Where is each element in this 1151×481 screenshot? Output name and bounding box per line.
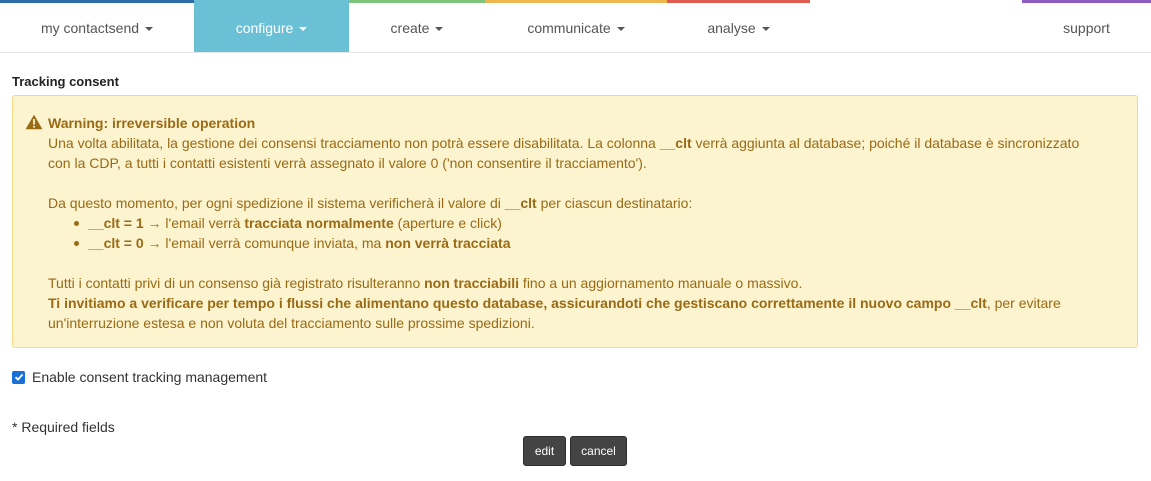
consent-tracking-option[interactable]: Enable consent tracking management	[12, 369, 267, 385]
nav-communicate-label: communicate	[527, 19, 611, 36]
warning-paragraph-3: Tutti i contatti privi di un consenso gi…	[48, 275, 803, 291]
caret-down-icon	[145, 26, 154, 31]
form-actions: edit cancel	[523, 436, 627, 466]
nav-create[interactable]: create	[349, 0, 485, 52]
caret-down-icon	[299, 26, 308, 31]
warning-paragraph-4: Ti invitiamo a verificare per tempo i fl…	[48, 295, 1061, 311]
nav-analyse[interactable]: analyse	[667, 0, 810, 52]
nav-support-label: support	[1063, 19, 1110, 36]
warning-triangle-icon	[25, 114, 43, 130]
nav-support[interactable]: support	[1022, 0, 1151, 52]
checkmark-icon	[14, 373, 23, 381]
caret-down-icon	[616, 26, 625, 31]
warning-paragraph-2: Da questo momento, per ogni spedizione i…	[48, 195, 693, 211]
caret-down-icon	[761, 26, 770, 31]
nav-create-label: create	[390, 19, 430, 36]
nav-my-contactsend-label: my contactsend	[40, 19, 140, 36]
nav-configure[interactable]: configure	[194, 0, 349, 52]
cancel-button[interactable]: cancel	[570, 436, 627, 466]
warning-paragraph-1-cont: con la CDP, a tutti i contatti esistenti…	[48, 155, 647, 171]
nav-my-contactsend[interactable]: my contactsend	[0, 0, 194, 52]
page-title: Tracking consent	[12, 74, 119, 89]
consent-tracking-label[interactable]: Enable consent tracking management	[32, 369, 267, 385]
nav-analyse-label: analyse	[707, 19, 756, 36]
warning-alert: Warning: irreversible operation Una volt…	[12, 95, 1138, 348]
required-fields-note: * Required fields	[12, 419, 115, 435]
list-item: __clt = 1 → l'email verrà tracciata norm…	[74, 213, 1123, 233]
top-navigation: my contactsend configure create communic…	[0, 0, 1151, 53]
warning-list: __clt = 1 → l'email verrà tracciata norm…	[74, 213, 1123, 253]
warning-paragraph-4-cont: un'interruzione estesa e non voluta del …	[48, 315, 535, 331]
warning-paragraph-1: Una volta abilitata, la gestione dei con…	[48, 135, 1080, 151]
caret-down-icon	[435, 26, 444, 31]
edit-button[interactable]: edit	[523, 436, 566, 466]
warning-title: Warning: irreversible operation	[48, 115, 256, 131]
nav-configure-label: configure	[235, 19, 294, 36]
consent-tracking-checkbox[interactable]	[12, 370, 25, 384]
nav-communicate[interactable]: communicate	[485, 0, 667, 52]
list-item: __clt = 0 → l'email verrà comunque invia…	[74, 233, 1123, 253]
